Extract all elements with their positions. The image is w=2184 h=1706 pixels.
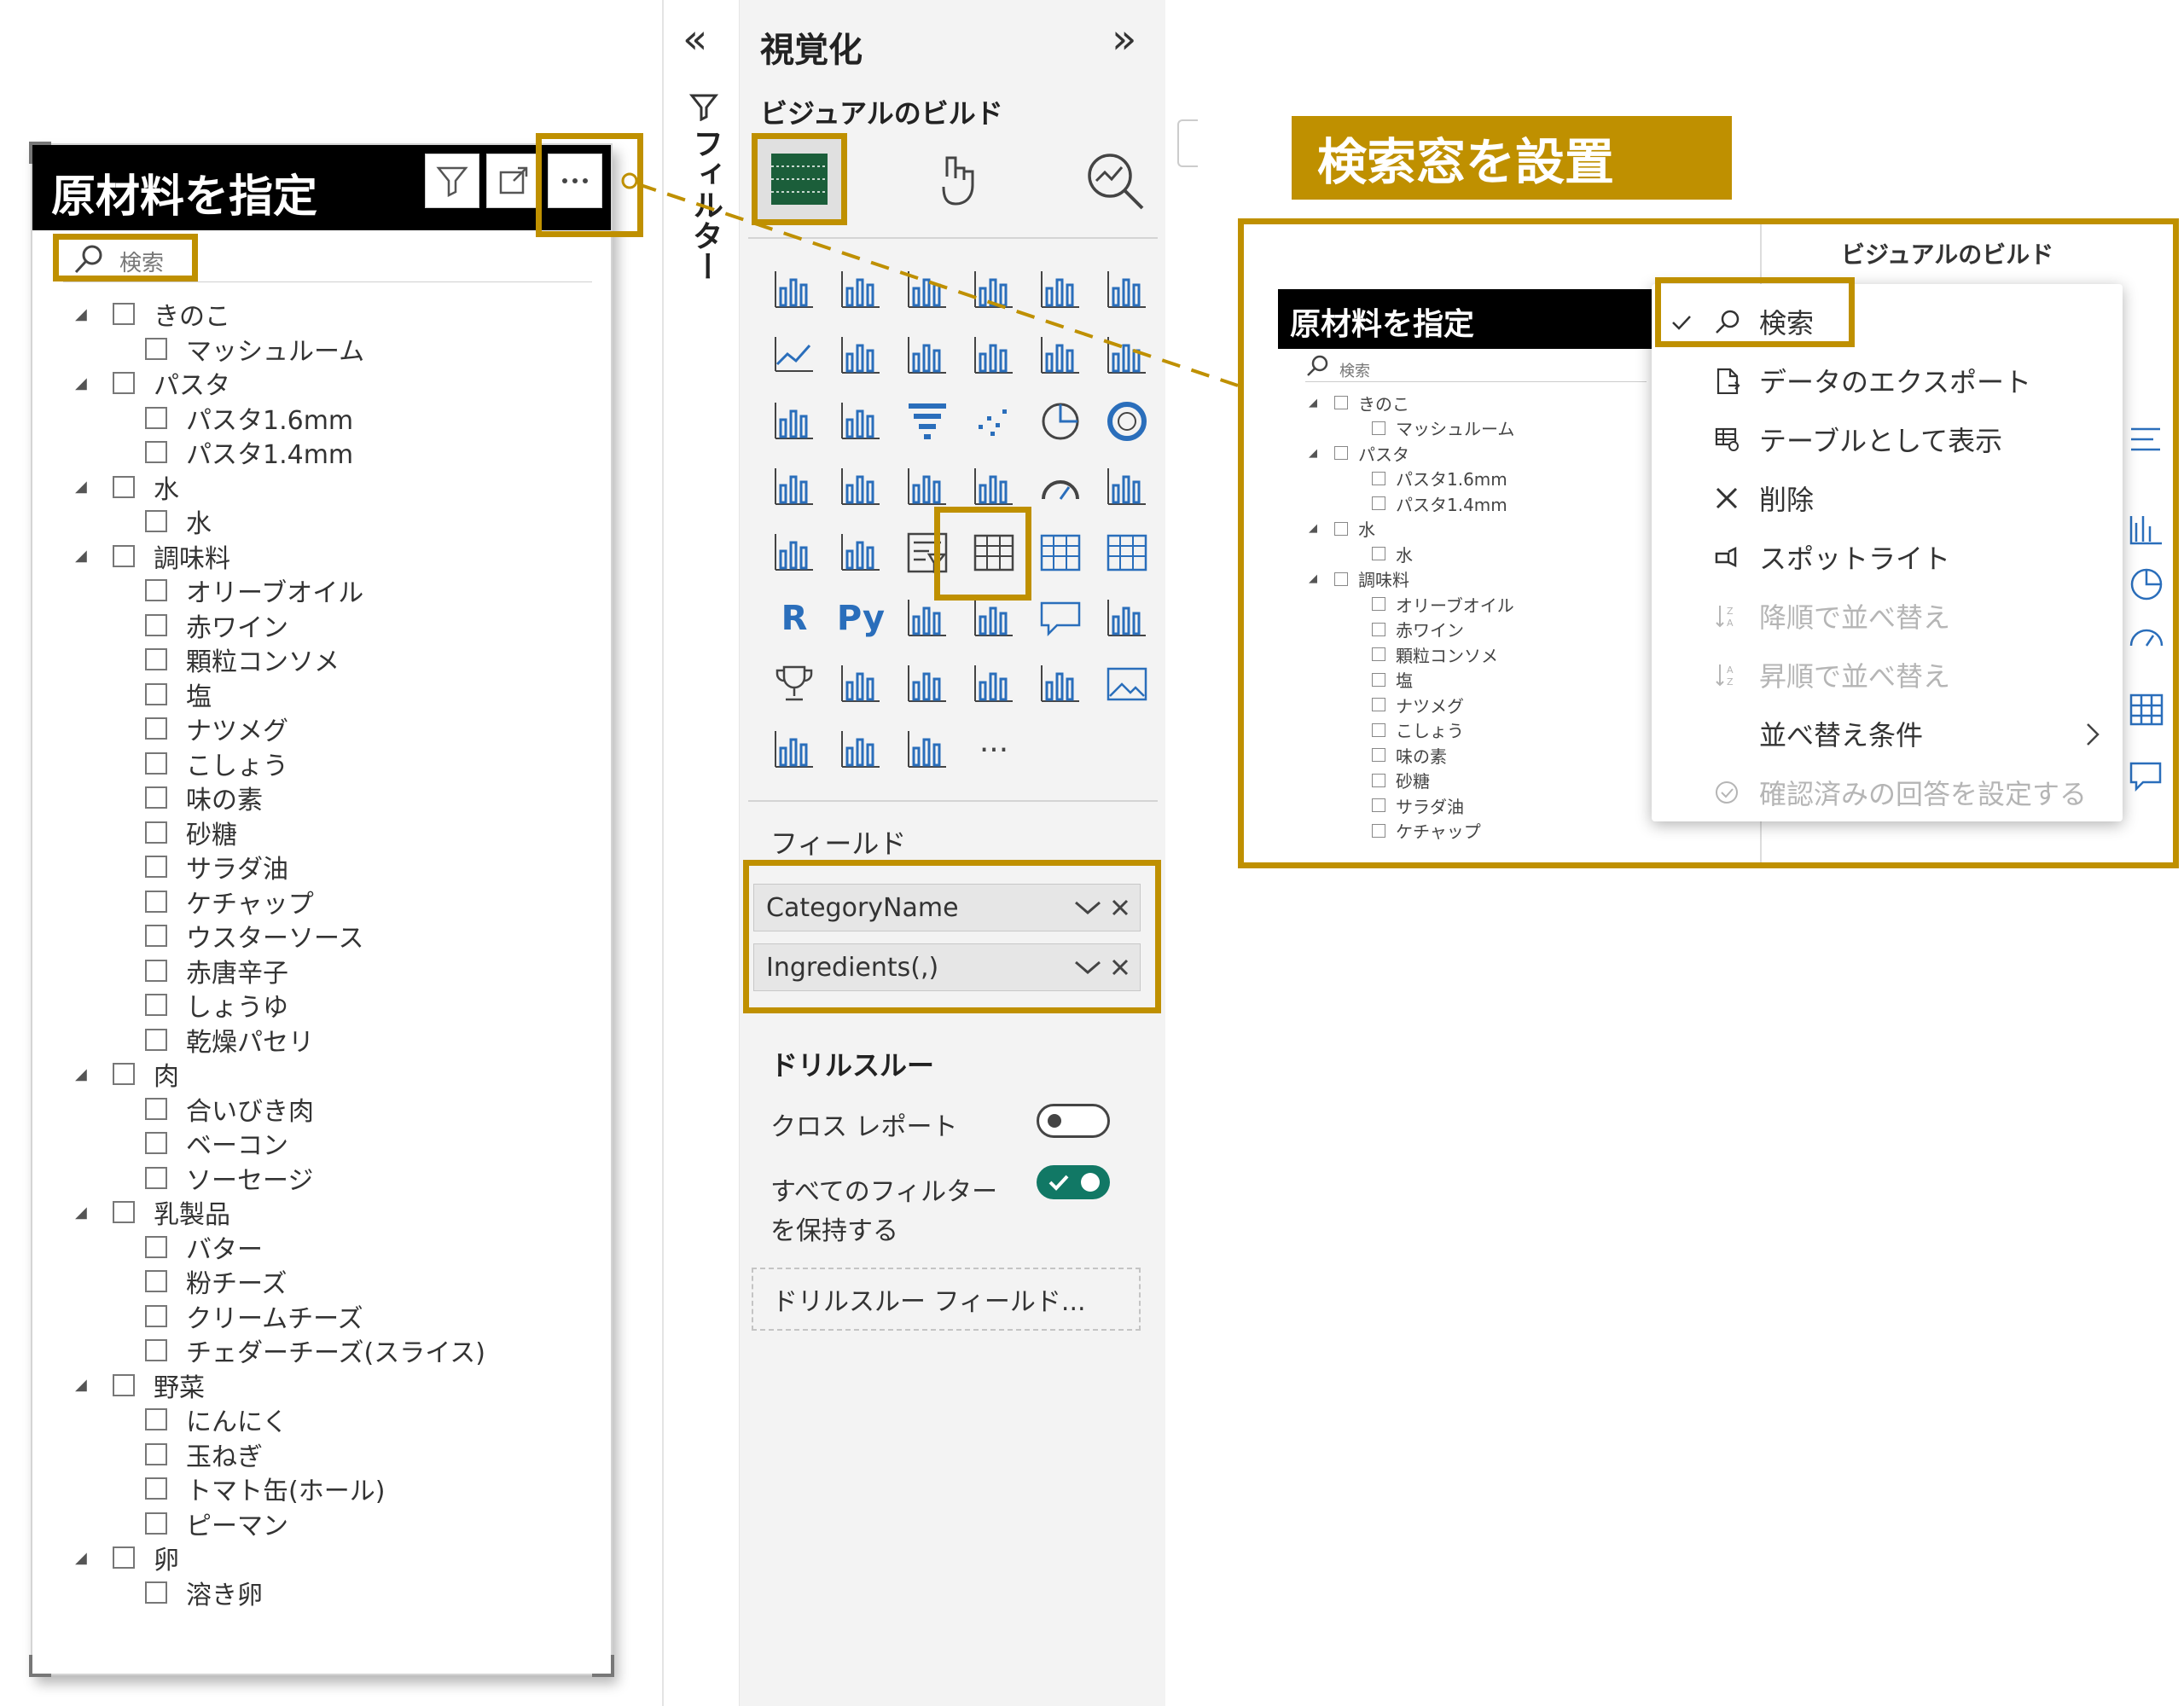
mini-item-label: 味の素 bbox=[1396, 746, 1447, 767]
mini-tree-item: 水 bbox=[1372, 543, 1413, 566]
menu-item-sort-by[interactable]: 並べ替え条件 bbox=[1652, 705, 2123, 763]
mini-item-label: ナツメグ bbox=[1396, 695, 1464, 717]
mini-checkbox bbox=[1372, 496, 1385, 510]
menu-item-sort-desc: Z A 降順で並べ替え bbox=[1652, 587, 2123, 645]
collapse-arrow-icon: ◢ bbox=[1309, 446, 1317, 460]
chevron-right-icon bbox=[2085, 722, 2100, 754]
mini-checkbox bbox=[1372, 597, 1385, 611]
svg-text:A: A bbox=[1727, 664, 1734, 676]
mini-tree-item: 塩 bbox=[1372, 669, 1413, 691]
mini-tree-item: ナツメグ bbox=[1372, 693, 1464, 717]
menu-item-spotlight[interactable]: スポットライト bbox=[1652, 528, 2123, 586]
menu-item-label: データのエクスポート bbox=[1759, 366, 2032, 398]
mini-checkbox bbox=[1334, 521, 1348, 536]
mini-tree-category: ◢ 水 bbox=[1309, 518, 1375, 540]
mini-tree-item: こしょう bbox=[1372, 719, 1464, 741]
mini-checkbox bbox=[1372, 748, 1385, 762]
mini-checkbox bbox=[1372, 672, 1385, 687]
menu-item-label: 確認済みの回答を設定する bbox=[1759, 778, 2088, 810]
mini-checkbox bbox=[1372, 823, 1385, 838]
mini-item-label: 塩 bbox=[1396, 670, 1413, 691]
mini-checkbox bbox=[1372, 722, 1385, 737]
mini-item-label: きのこ bbox=[1358, 393, 1409, 415]
mini-item-label: パスタ1.4mm bbox=[1396, 494, 1507, 515]
context-menu: 検索 データのエクスポート テーブルとして表示 削除 スポットライト Z A 降順で並べ替え A… bbox=[1652, 284, 2123, 821]
export-icon bbox=[1706, 367, 1747, 394]
mini-checkbox bbox=[1372, 773, 1385, 787]
mini-item-label: オリーブオイル bbox=[1396, 595, 1514, 616]
mini-item-label: マッシュルーム bbox=[1396, 419, 1515, 439]
mini-item-label: 顆粒コンソメ bbox=[1396, 645, 1498, 666]
mini-checkbox bbox=[1372, 547, 1385, 560]
mini-tree-category: ◢ 調味料 bbox=[1309, 568, 1409, 590]
mini-item-label: 赤ワイン bbox=[1396, 620, 1464, 641]
sort-asc-icon: AZ bbox=[1706, 661, 1747, 688]
mini-item-label: こしょう bbox=[1396, 721, 1464, 741]
mini-checkbox bbox=[1334, 572, 1348, 586]
background-visual-icons bbox=[2128, 422, 2173, 832]
menu-item-close[interactable]: 削除 bbox=[1652, 469, 2123, 527]
mini-checkbox bbox=[1372, 698, 1385, 711]
sort-desc-icon: ZA bbox=[1706, 602, 1747, 630]
mini-checkbox bbox=[1334, 446, 1348, 460]
mini-tree-category: ◢ パスタ bbox=[1309, 442, 1409, 465]
mini-tree-item: 顆粒コンソメ bbox=[1372, 643, 1498, 666]
menu-item-label: スポットライト bbox=[1759, 543, 1951, 575]
callout-label: 検索窓を設置 bbox=[1292, 116, 1732, 200]
table-view-icon bbox=[1706, 426, 1747, 453]
mini-item-label: 水 bbox=[1396, 544, 1413, 566]
svg-text:A: A bbox=[1727, 618, 1734, 629]
mini-tree-item: 砂糖 bbox=[1372, 769, 1430, 792]
mini-tree-item: サラダ油 bbox=[1372, 794, 1464, 817]
verified-icon bbox=[1706, 779, 1747, 806]
mini-item-label: パスタ bbox=[1358, 444, 1409, 465]
spotlight-icon bbox=[1706, 543, 1747, 571]
mini-checkbox bbox=[1372, 647, 1385, 661]
menu-item-label: 昇順で並べ替え bbox=[1759, 660, 1951, 693]
menu-item-label: 並べ替え条件 bbox=[1759, 719, 1924, 751]
menu-item-export[interactable]: データのエクスポート bbox=[1652, 351, 2123, 409]
mini-tree-item: オリーブオイル bbox=[1372, 593, 1514, 616]
mini-tree-item: 味の素 bbox=[1372, 744, 1447, 767]
menu-item-label: テーブルとして表示 bbox=[1759, 425, 2003, 457]
menu-item-label: 降順で並べ替え bbox=[1759, 601, 1951, 634]
mini-tree-item: パスタ1.4mm bbox=[1372, 492, 1507, 515]
svg-text:Z: Z bbox=[1727, 606, 1734, 617]
mini-checkbox bbox=[1372, 471, 1385, 485]
callout-zoom-panel: ビジュアルのビルド 原材料を指定 検索 ◢ きのこ マッシュルーム ◢ パスタ パスタ1.… bbox=[1238, 218, 2179, 868]
collapse-arrow-icon: ◢ bbox=[1309, 572, 1317, 585]
menu-item-verified: 確認済みの回答を設定する bbox=[1652, 763, 2123, 821]
collapse-arrow-icon: ◢ bbox=[1309, 522, 1317, 535]
mini-item-label: 調味料 bbox=[1358, 570, 1409, 590]
mini-tree-category: ◢ きのこ bbox=[1309, 392, 1409, 415]
menu-item-sort-asc: A Z 昇順で並べ替え bbox=[1652, 646, 2123, 704]
collapse-arrow-icon: ◢ bbox=[1309, 396, 1317, 409]
mini-item-label: サラダ油 bbox=[1396, 796, 1464, 817]
mini-item-label: パスタ1.6mm bbox=[1396, 469, 1507, 490]
mini-tree-item: 赤ワイン bbox=[1372, 618, 1464, 641]
search-option-highlight bbox=[1655, 277, 1855, 347]
menu-item-label: 削除 bbox=[1759, 484, 1815, 516]
mini-checkbox bbox=[1372, 798, 1385, 812]
mini-checkbox bbox=[1334, 396, 1348, 409]
mini-item-label: 砂糖 bbox=[1396, 771, 1430, 792]
background-pane-title: ビジュアルのビルド bbox=[1841, 241, 2054, 269]
mini-checkbox bbox=[1372, 421, 1385, 435]
mini-checkbox bbox=[1372, 622, 1385, 636]
mini-tree-item: パスタ1.6mm bbox=[1372, 467, 1507, 490]
menu-item-table-view[interactable]: テーブルとして表示 bbox=[1652, 410, 2123, 468]
close-icon bbox=[1706, 485, 1747, 512]
mini-item-label: 水 bbox=[1358, 519, 1375, 540]
mini-tree-item: マッシュルーム bbox=[1372, 417, 1514, 439]
mini-item-label: ケチャップ bbox=[1396, 821, 1481, 842]
mini-tree-item: ケチャップ bbox=[1372, 820, 1481, 842]
svg-text:Z: Z bbox=[1727, 676, 1734, 688]
